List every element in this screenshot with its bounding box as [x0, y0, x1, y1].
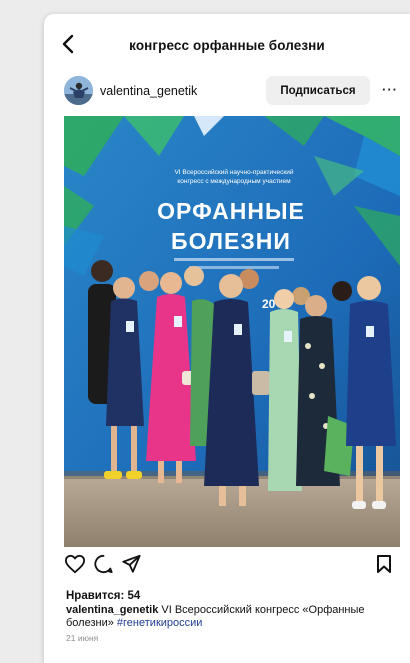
- post-username[interactable]: valentina_genetik: [100, 84, 197, 98]
- comment-icon: [94, 554, 113, 574]
- banner-subtitle-line2: конгресс с международным участием: [177, 178, 291, 185]
- page-title: конгресс орфанные болезни: [129, 38, 325, 53]
- like-button[interactable]: [64, 554, 86, 579]
- post-photo[interactable]: VI Всероссийский научно-практический кон…: [64, 116, 400, 547]
- back-button[interactable]: [60, 34, 78, 54]
- likes-count[interactable]: Нравится: 54: [66, 590, 140, 602]
- comment-button[interactable]: [93, 554, 114, 579]
- banner-year: 20: [262, 297, 276, 311]
- share-button[interactable]: [121, 554, 142, 579]
- banner-title-line1: ОРФАННЫЕ: [157, 198, 305, 224]
- more-horizontal-icon: ···: [382, 82, 398, 97]
- post-date: 21 июня: [66, 633, 99, 643]
- save-button[interactable]: [376, 554, 392, 579]
- instagram-post-screen: конгресс орфанные болезни valentina_gene…: [44, 14, 410, 663]
- heart-icon: [65, 554, 85, 574]
- conference-group-photo: VI Всероссийский научно-практический кон…: [64, 116, 400, 547]
- caption-hashtag[interactable]: #генетикироссии: [117, 617, 203, 629]
- bookmark-icon: [377, 555, 391, 573]
- banner-title-line2: БОЛЕЗНИ: [171, 228, 291, 254]
- top-bar: конгресс орфанные болезни: [44, 14, 410, 72]
- more-options-button[interactable]: ···: [380, 82, 400, 98]
- chevron-left-icon: [62, 34, 74, 54]
- send-icon: [122, 554, 141, 573]
- follow-button[interactable]: Подписаться: [266, 76, 370, 105]
- caption-username[interactable]: valentina_genetik: [66, 604, 158, 616]
- post-actions-bar: [44, 554, 410, 580]
- post-caption: valentina_genetik VI Всероссийский конгр…: [66, 604, 396, 630]
- avatar-image: [64, 76, 93, 105]
- banner-subtitle-line1: VI Всероссийский научно-практический: [174, 168, 293, 176]
- post-header: valentina_genetik Подписаться ···: [44, 76, 410, 116]
- avatar[interactable]: [64, 76, 93, 105]
